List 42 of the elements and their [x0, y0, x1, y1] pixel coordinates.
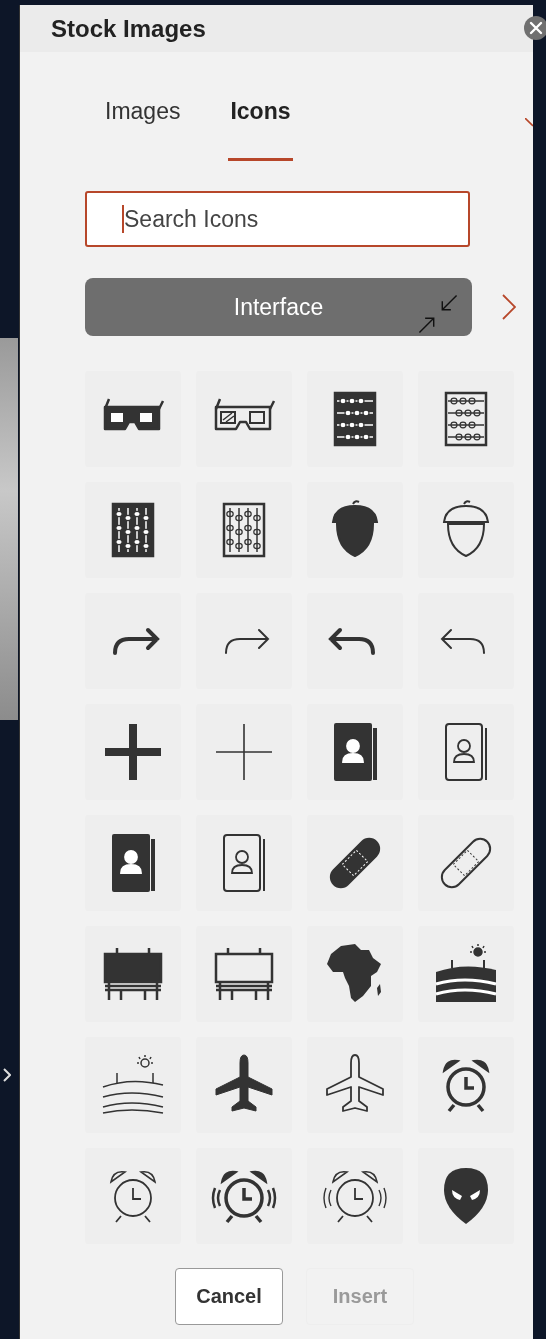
icon-tile[interactable] — [196, 482, 292, 578]
icon-tile[interactable] — [196, 1037, 292, 1133]
icon-tile[interactable] — [196, 593, 292, 689]
icon-tile[interactable] — [418, 1148, 514, 1244]
icon-tile[interactable] — [307, 704, 403, 800]
icon-tile[interactable] — [85, 482, 181, 578]
icon-tile[interactable] — [418, 1037, 514, 1133]
icon-tile[interactable] — [307, 815, 403, 911]
icon-tile[interactable] — [85, 1148, 181, 1244]
icon-tile[interactable] — [196, 815, 292, 911]
icon-tile[interactable] — [85, 593, 181, 689]
icon-tile[interactable] — [307, 482, 403, 578]
icon-tile[interactable] — [85, 1037, 181, 1133]
chevron-icon[interactable] — [525, 118, 533, 128]
icon-tile[interactable] — [418, 593, 514, 689]
icon-tile[interactable] — [85, 815, 181, 911]
icon-tile[interactable] — [418, 815, 514, 911]
close-icon[interactable] — [524, 16, 546, 40]
icon-tile[interactable] — [418, 371, 514, 467]
icon-tile[interactable] — [307, 1148, 403, 1244]
icon-tile[interactable] — [196, 1148, 292, 1244]
icon-tile[interactable] — [307, 371, 403, 467]
tab[interactable]: Images — [103, 98, 183, 161]
icon-tile[interactable] — [418, 704, 514, 800]
icon-tile[interactable] — [418, 482, 514, 578]
icon-tile[interactable] — [85, 704, 181, 800]
search-field[interactable]: Search Icons — [85, 191, 470, 247]
icon-tile[interactable] — [85, 371, 181, 467]
icon-tile[interactable] — [85, 926, 181, 1022]
category-bar[interactable]: Interface — [85, 278, 472, 336]
icon-tile[interactable] — [196, 371, 292, 467]
icon-tile[interactable] — [307, 926, 403, 1022]
category-label: Interface — [233, 293, 324, 321]
icon-tile[interactable] — [196, 926, 292, 1022]
icon-tile[interactable] — [307, 593, 403, 689]
tab[interactable]: Icons — [228, 98, 293, 161]
dialog-button[interactable]: Cancel — [175, 1268, 283, 1325]
icon-tile[interactable] — [196, 704, 292, 800]
icon-tile[interactable] — [418, 926, 514, 1022]
text-cursor — [122, 205, 124, 233]
icon-tile[interactable] — [307, 1037, 403, 1133]
window-title: Stock Images — [51, 14, 206, 43]
